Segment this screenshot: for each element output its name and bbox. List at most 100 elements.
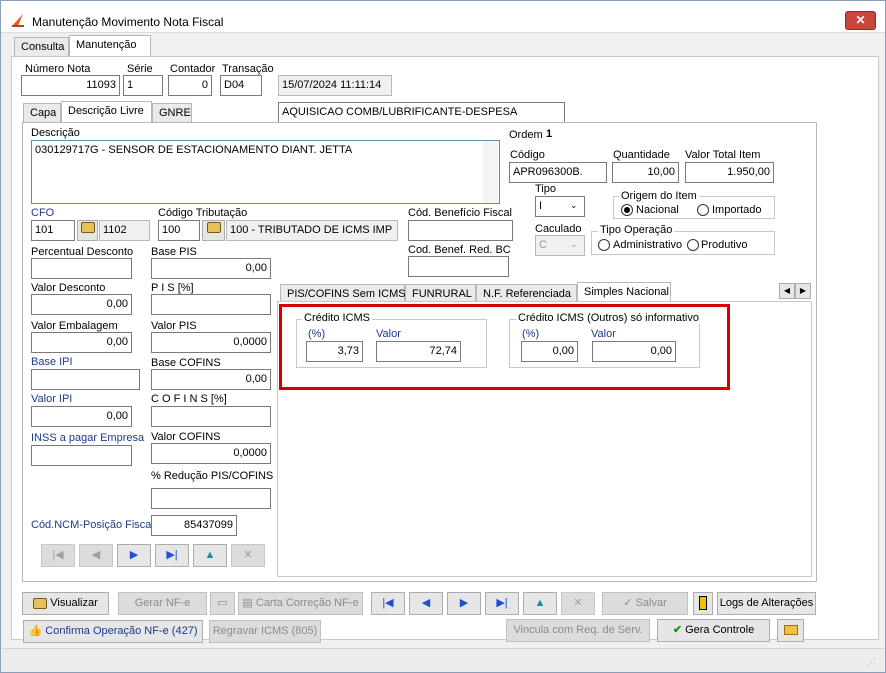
descricao-textarea[interactable]: 030129717G - SENSOR DE ESTACIONAMENTO DI… (31, 140, 500, 204)
cod-trib-field[interactable]: 100 (158, 220, 200, 241)
reducao-field[interactable] (151, 488, 271, 509)
cofins-perc-field[interactable] (151, 406, 271, 427)
tab-scroll-left-button[interactable]: ◀ (779, 283, 795, 299)
valor-ipi-field[interactable]: 0,00 (31, 406, 132, 427)
folder-icon (783, 625, 798, 636)
highlight-box (279, 304, 730, 390)
carta-label: Carta Correção NF-e (255, 597, 359, 609)
valor-cofins-field[interactable]: 0,0000 (151, 443, 271, 464)
next-record-button[interactable]: ▶ (117, 544, 151, 567)
title-bar: Manutenção Movimento Nota Fiscal ✕ (1, 1, 885, 33)
quantidade-label: Quantidade (613, 149, 670, 161)
op-produtivo-radio[interactable] (687, 239, 699, 251)
tab-manutencao[interactable]: Manutenção (69, 35, 151, 57)
first-button[interactable]: |◀ (371, 592, 405, 615)
next-button[interactable]: ▶ (447, 592, 481, 615)
descricao-scrollbar[interactable] (483, 142, 498, 202)
perc-desconto-field[interactable] (31, 258, 132, 279)
salvar-label: Salvar (635, 597, 667, 609)
ordem-value: 1 (546, 128, 553, 140)
prev-button[interactable]: ◀ (409, 592, 443, 615)
tipo-operacao-label: Tipo Operação (598, 224, 675, 236)
cod-trib-label: Código Tributação (158, 207, 248, 219)
ncm-field[interactable]: 85437099 (151, 515, 237, 536)
valor-pis-label: Valor PIS (151, 320, 197, 332)
origem-nacional-radio[interactable] (621, 204, 633, 216)
valor-desconto-label: Valor Desconto (31, 282, 106, 294)
base-ipi-field[interactable] (31, 369, 140, 390)
confirma-label: Confirma Operação NF-e (427) (45, 625, 198, 637)
contador-label: Contador (170, 63, 216, 75)
contador-field[interactable]: 0 (168, 75, 212, 96)
tab-gnre[interactable]: GNRE (152, 103, 192, 123)
transacao-field[interactable]: D04 (220, 75, 262, 96)
valor-ipi-label: Valor IPI (31, 393, 73, 405)
origem-importado-radio[interactable] (697, 204, 709, 216)
codigo-field[interactable]: APR096300B. (509, 162, 607, 183)
pis-perc-field[interactable] (151, 294, 271, 315)
door-exit-button[interactable] (693, 592, 713, 615)
up-button[interactable]: ▲ (193, 544, 227, 567)
valor-total-field[interactable]: 1.950,00 (685, 162, 774, 183)
logs-button[interactable]: Logs de Alterações (717, 592, 816, 615)
keyboard-icon[interactable]: ▭ (210, 592, 235, 615)
carta-correcao-button[interactable]: ▤ Carta Correção NF-e (238, 592, 363, 615)
op-administrativo-radio[interactable] (598, 239, 610, 251)
last-record-button[interactable]: ▶| (155, 544, 189, 567)
confirma-operacao-button[interactable]: 👍 Confirma Operação NF-e (427) (23, 620, 203, 643)
gera-controle-button[interactable]: ✔ Gera Controle (657, 619, 770, 642)
cfo-lookup-button[interactable] (77, 220, 98, 241)
operacao-field: AQUISICAO COMB/LUBRIFICANTE-DESPESA (278, 102, 565, 123)
last-button[interactable]: ▶| (485, 592, 519, 615)
valor-cofins-label: Valor COFINS (151, 431, 221, 443)
cod-benef-red-field[interactable] (408, 256, 509, 277)
cfo-field[interactable]: 101 (31, 220, 75, 241)
tab-capa[interactable]: Capa (23, 103, 61, 123)
edit-up-button[interactable]: ▲ (523, 592, 557, 615)
prev-record-button[interactable]: ◀ (79, 544, 113, 567)
cfo-desc-field: 1102 (99, 220, 150, 241)
pointing-hand-icon (33, 597, 48, 609)
cod-benef-red-label: Cod. Benef. Red. BC (408, 244, 511, 256)
visualizar-label: Visualizar (50, 597, 98, 609)
visualizar-button[interactable]: Visualizar (22, 592, 109, 615)
cod-beneficio-field[interactable] (408, 220, 513, 241)
ordem-label: Ordem (509, 129, 543, 141)
gerar-nfe-button[interactable]: Gerar NF-e (118, 592, 207, 615)
op-produtivo-label: Produtivo (701, 239, 748, 251)
thumbs-up-icon: 👍 (28, 625, 46, 637)
regravar-icms-button[interactable]: Regravar ICMS (805) (209, 620, 321, 643)
inss-label: INSS a pagar Empresa (31, 432, 145, 444)
valor-pis-field[interactable]: 0,0000 (151, 332, 271, 353)
tab-consulta[interactable]: Consulta (14, 37, 69, 57)
delete-button[interactable]: ✕ (231, 544, 265, 567)
base-cofins-field[interactable]: 0,00 (151, 369, 271, 390)
base-ipi-label: Base IPI (31, 356, 73, 368)
codigo-label: Código (510, 149, 545, 161)
open-folder-button[interactable] (777, 619, 804, 642)
tab-descricao-livre[interactable]: Descrição Livre (61, 101, 152, 123)
vincula-button[interactable]: Vincula com Req. de Serv. (506, 619, 650, 642)
origem-importado-label: Importado (712, 204, 762, 216)
first-record-button[interactable]: |◀ (41, 544, 75, 567)
close-button[interactable]: ✕ (845, 11, 876, 30)
valor-embalagem-field[interactable]: 0,00 (31, 332, 132, 353)
quantidade-field[interactable]: 10,00 (612, 162, 679, 183)
descricao-label: Descrição (31, 127, 80, 139)
window-title: Manutenção Movimento Nota Fiscal (32, 15, 224, 29)
numero-nota-field[interactable]: 11093 (21, 75, 120, 96)
valor-desconto-field[interactable]: 0,00 (31, 294, 132, 315)
transacao-label: Transação (222, 63, 274, 75)
serie-label: Série (127, 63, 153, 75)
datetime-field: 15/07/2024 11:11:14 (278, 75, 392, 96)
tab-scroll-right-button[interactable]: ▶ (795, 283, 811, 299)
base-pis-field[interactable]: 0,00 (151, 258, 271, 279)
base-cofins-label: Base COFINS (151, 357, 221, 369)
cancel-button[interactable]: ✕ (561, 592, 595, 615)
inss-field[interactable] (31, 445, 132, 466)
salvar-button[interactable]: ✓ Salvar (602, 592, 688, 615)
resize-grip-icon[interactable]: ⋰ (867, 657, 879, 669)
cfo-label: CFO (31, 207, 55, 219)
serie-field[interactable]: 1 (123, 75, 163, 96)
cod-trib-lookup-button[interactable] (202, 220, 225, 241)
